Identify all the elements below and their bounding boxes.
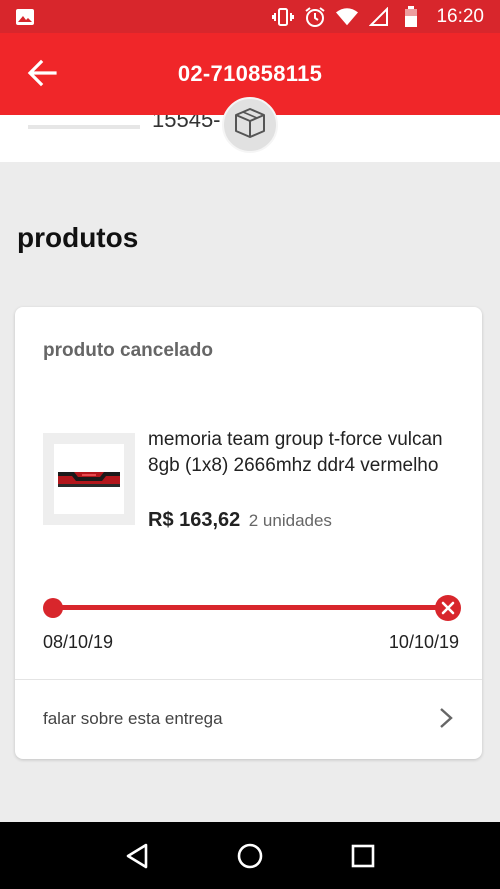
- chevron-right-icon: [436, 706, 456, 730]
- timeline-start-date: 08/10/19: [43, 632, 114, 652]
- battery-icon: [400, 5, 422, 28]
- package-badge: [222, 97, 278, 153]
- product-name: memoria team group t-force vulcan 8gb (1…: [148, 429, 443, 476]
- product-thumbnail[interactable]: [43, 433, 135, 525]
- strip-partial-text: 15545-: [152, 115, 221, 132]
- package-box-icon: [232, 105, 268, 146]
- image-icon: [14, 6, 36, 28]
- talk-about-delivery-label: falar sobre esta entrega: [43, 709, 223, 728]
- alarm-icon: [304, 6, 326, 28]
- cancel-x-icon: [435, 595, 461, 621]
- delivery-timeline: [43, 595, 461, 621]
- nav-home-icon: [237, 843, 263, 868]
- page-title: 02-710858115: [177, 61, 323, 86]
- status-time: 16:20: [436, 5, 484, 27]
- nav-back-button[interactable]: [117, 836, 157, 876]
- timeline-start-dot: [43, 598, 63, 618]
- talk-about-delivery-row[interactable]: falar sobre esta entrega: [15, 680, 482, 759]
- nav-back-icon: [126, 843, 147, 868]
- nav-home-button[interactable]: [230, 836, 270, 876]
- nav-recents-button[interactable]: [343, 836, 383, 876]
- timeline-end-date: 10/10/19: [388, 632, 459, 652]
- memory-module-image: [58, 472, 120, 487]
- status-bar: 16:20: [0, 0, 500, 33]
- product-status: produto cancelado: [43, 340, 213, 361]
- nav-recents-icon: [352, 844, 375, 867]
- price-row: R$ 163,62 2 unidades: [148, 509, 332, 532]
- product-price: R$ 163,62: [148, 509, 241, 531]
- vibrate-icon: [272, 6, 295, 28]
- signal-icon: [368, 6, 390, 28]
- wifi-icon: [336, 6, 359, 28]
- product-card: produto cancelado memoria team group t-f…: [15, 307, 482, 759]
- system-nav-bar: [0, 822, 500, 889]
- section-title: produtos: [17, 222, 139, 253]
- timeline-line: [53, 605, 451, 610]
- product-units: 2 unidades: [248, 511, 332, 530]
- strip-divider: [28, 115, 140, 129]
